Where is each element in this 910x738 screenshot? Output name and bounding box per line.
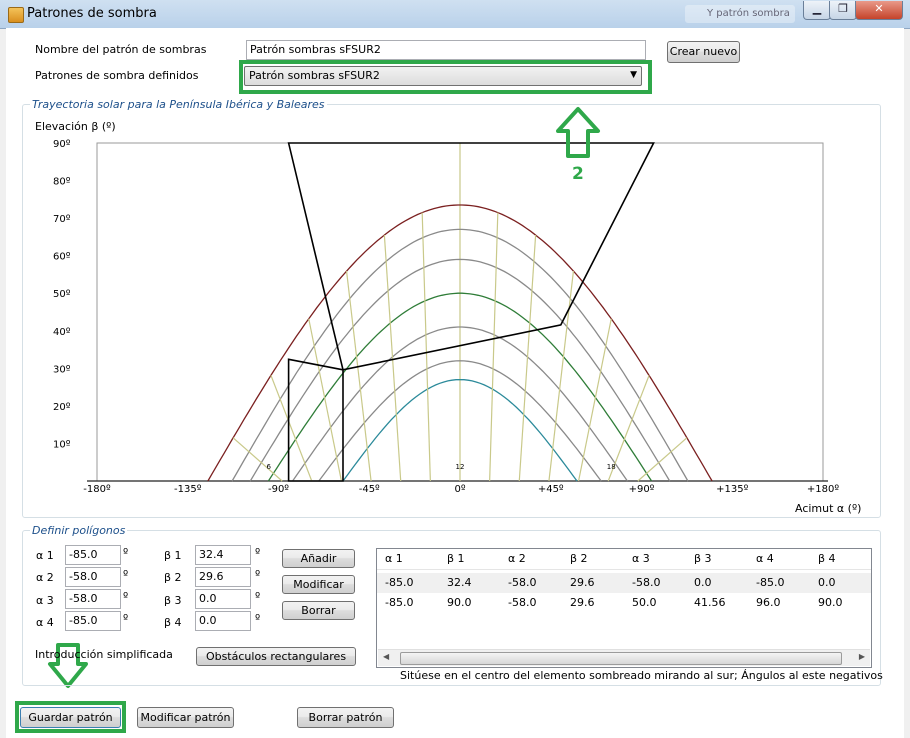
create-new-button[interactable]: Crear nuevo (667, 41, 740, 63)
table-cell: -58.0 (508, 576, 537, 589)
table-cell: 96.0 (756, 596, 781, 609)
b2-input[interactable]: 29.6 (195, 567, 251, 587)
table-cell: -58.0 (632, 576, 661, 589)
col-header[interactable]: α 2 (508, 552, 526, 565)
table-cell: 0.0 (818, 576, 836, 589)
a3-label: α 3 (36, 594, 54, 607)
define-polygons-title: Definir polígonos (30, 524, 128, 537)
b1-label: β 1 (164, 549, 182, 562)
delete-pattern-button[interactable]: Borrar patrón (297, 707, 394, 728)
col-header[interactable]: β 1 (447, 552, 465, 565)
a3-input[interactable]: -58.0 (65, 589, 121, 609)
b1-input[interactable]: 32.4 (195, 545, 251, 565)
minimize-button[interactable]: ▁ (803, 1, 831, 20)
a4-degree: º (123, 612, 129, 625)
a2-degree: º (123, 568, 129, 581)
table-cell: 50.0 (632, 596, 657, 609)
table-cell: 0.0 (694, 576, 712, 589)
col-header[interactable]: α 3 (632, 552, 650, 565)
pattern-name-input[interactable]: Patrón sombras sFSUR2 (246, 40, 646, 60)
table-cell: -85.0 (385, 576, 414, 589)
solar-trajectory-group (22, 104, 881, 518)
pattern-name-label: Nombre del patrón de sombras (35, 43, 207, 56)
defined-patterns-dropdown[interactable]: Patrón sombras sFSUR2 ▼ (244, 66, 642, 86)
table-cell: -85.0 (756, 576, 785, 589)
a2-label: α 2 (36, 571, 54, 584)
scroll-right-icon[interactable]: ▶ (859, 652, 865, 661)
table-cell: 41.56 (694, 596, 726, 609)
horizontal-scrollbar[interactable]: ◀ ▶ (378, 649, 870, 666)
table-cell: 29.6 (570, 596, 595, 609)
col-header[interactable]: β 4 (818, 552, 836, 565)
dropdown-value: Patrón sombras sFSUR2 (249, 69, 380, 82)
window-title: Patrones de sombra (27, 6, 157, 21)
table-cell: 90.0 (818, 596, 843, 609)
b1-degree: º (255, 546, 261, 559)
a4-input[interactable]: -85.0 (65, 611, 121, 631)
b3-input[interactable]: 0.0 (195, 589, 251, 609)
table-cell: -58.0 (508, 596, 537, 609)
scrollbar-thumb[interactable] (400, 652, 842, 665)
a2-input[interactable]: -58.0 (65, 567, 121, 587)
save-pattern-button[interactable]: Guardar patrón (20, 707, 121, 728)
b4-input[interactable]: 0.0 (195, 611, 251, 631)
a1-label: α 1 (36, 549, 54, 562)
a3-degree: º (123, 590, 129, 603)
maximize-button[interactable]: ❐ (829, 1, 857, 20)
col-header[interactable]: α 1 (385, 552, 403, 565)
b2-degree: º (255, 568, 261, 581)
table-row[interactable]: -85.0 32.4 -58.0 29.6 -58.0 0.0 -85.0 0.… (377, 573, 871, 593)
modify-polygon-button[interactable]: Modificar (282, 575, 355, 594)
delete-polygon-button[interactable]: Borrar (282, 601, 355, 620)
col-header[interactable]: α 4 (756, 552, 774, 565)
simplified-input-label: Introducción simplificada (35, 648, 173, 661)
scroll-left-icon[interactable]: ◀ (383, 652, 389, 661)
polygons-table[interactable]: α 1 β 1 α 2 β 2 α 3 β 3 α 4 β 4 -85.0 32… (376, 548, 872, 668)
modify-pattern-button[interactable]: Modificar patrón (137, 707, 234, 728)
b2-label: β 2 (164, 571, 182, 584)
table-cell: -85.0 (385, 596, 414, 609)
col-header[interactable]: β 2 (570, 552, 588, 565)
app-icon (8, 7, 24, 23)
background-task-tab: Y patrón sombra (685, 5, 795, 23)
b3-label: β 3 (164, 594, 182, 607)
b3-degree: º (255, 590, 261, 603)
table-cell: 32.4 (447, 576, 472, 589)
add-polygon-button[interactable]: Añadir (282, 549, 355, 568)
table-row[interactable]: -85.0 90.0 -58.0 29.6 50.0 41.56 96.0 90… (377, 593, 871, 613)
b4-label: β 4 (164, 616, 182, 629)
defined-patterns-label: Patrones de sombra definidos (35, 69, 199, 82)
a4-label: α 4 (36, 616, 54, 629)
orientation-hint: Sitúese en el centro del elemento sombre… (400, 669, 883, 682)
table-cell: 29.6 (570, 576, 595, 589)
table-cell: 90.0 (447, 596, 472, 609)
col-header[interactable]: β 3 (694, 552, 712, 565)
a1-input[interactable]: -85.0 (65, 545, 121, 565)
rectangular-obstacles-button[interactable]: Obstáculos rectangulares (196, 647, 356, 666)
window-titlebar[interactable]: Patrones de sombra Y patrón sombra ▁ ❐ ✕ (0, 0, 910, 29)
solar-trajectory-title: Trayectoria solar para la Península Ibér… (30, 98, 327, 111)
close-button[interactable]: ✕ (855, 1, 903, 20)
b4-degree: º (255, 612, 261, 625)
table-header: α 1 β 1 α 2 β 2 α 3 β 3 α 4 β 4 (377, 549, 871, 570)
a1-degree: º (123, 546, 129, 559)
chevron-down-icon: ▼ (630, 70, 637, 80)
